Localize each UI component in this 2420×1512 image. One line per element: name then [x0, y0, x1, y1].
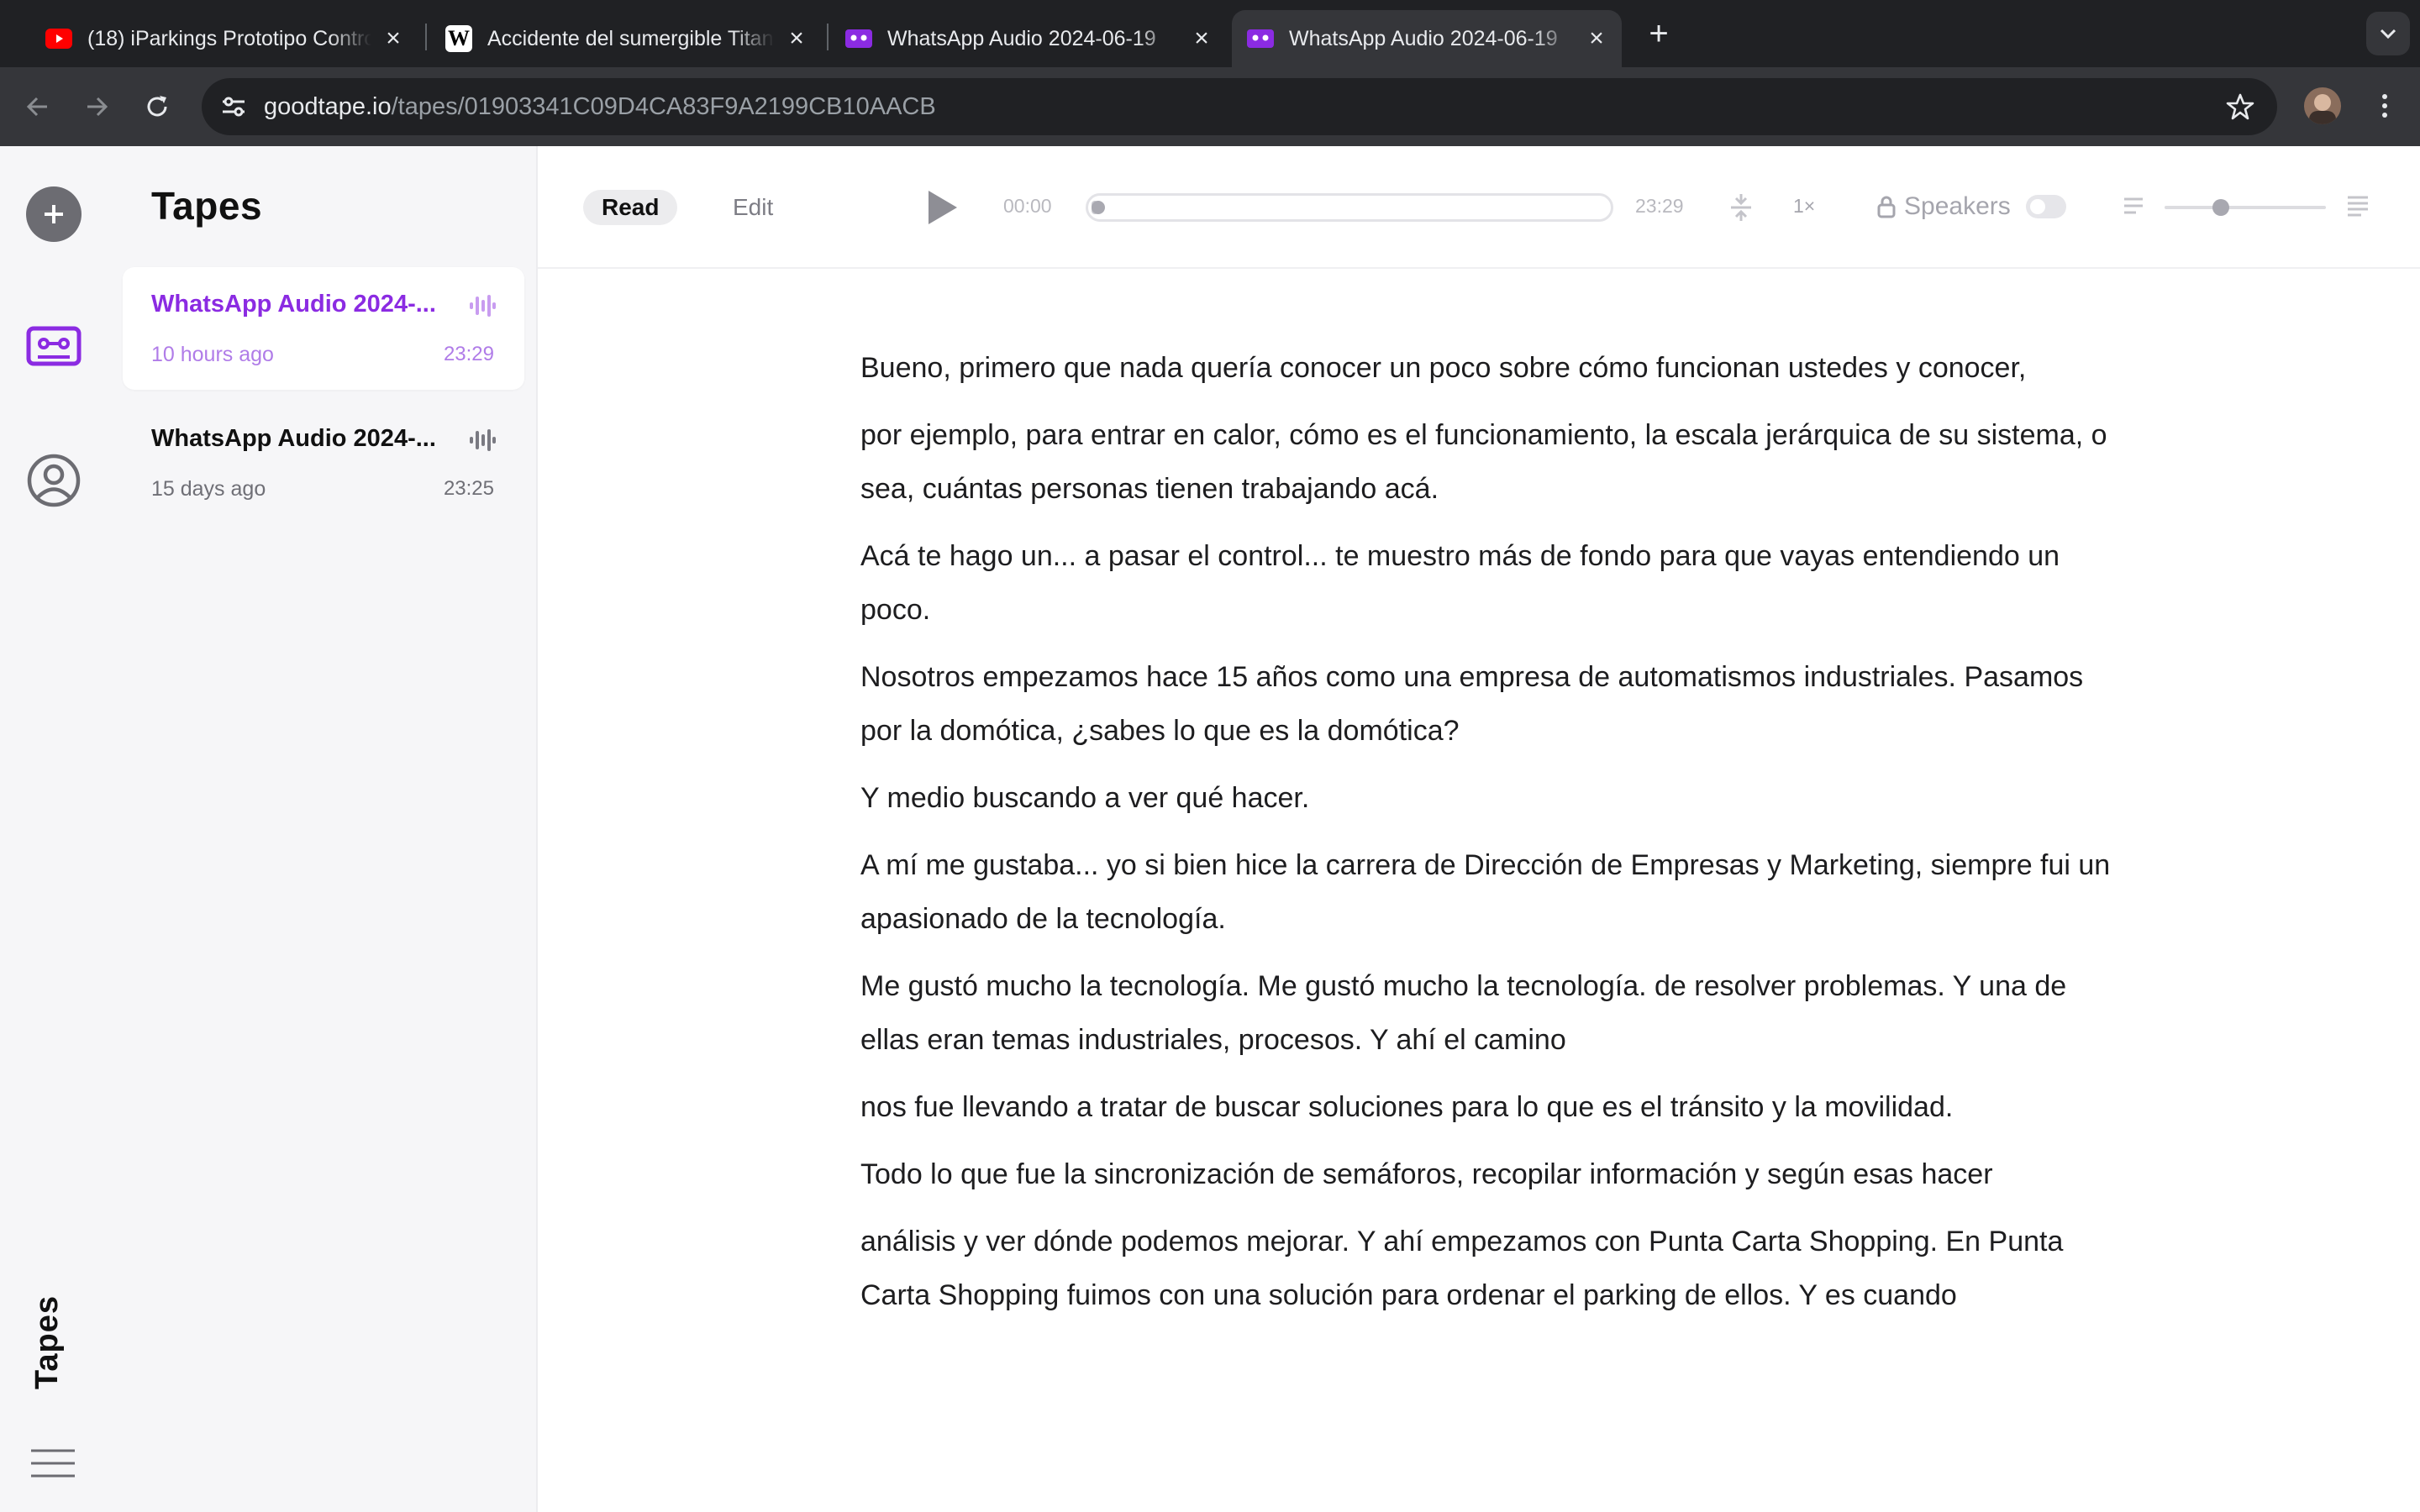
progress-handle[interactable]: [1092, 201, 1105, 214]
browser-tab-goodtape[interactable]: WhatsApp Audio 2024-06-19 ×: [845, 10, 1215, 67]
transcript-paragraph[interactable]: por ejemplo, para entrar en calor, cómo …: [860, 408, 2121, 516]
new-tape-button[interactable]: [26, 186, 82, 242]
transcript-paragraph[interactable]: nos fue llevando a tratar de buscar solu…: [860, 1080, 2121, 1134]
tab-divider: [425, 24, 427, 50]
speakers-control[interactable]: Speakers: [1877, 188, 2066, 225]
transcript-paragraph[interactable]: A mí me gustaba... yo si bien hice la ca…: [860, 838, 2121, 946]
nav-tapes[interactable]: [24, 321, 84, 371]
text-size-small-icon[interactable]: [2123, 197, 2144, 219]
nav-rail: Tapes: [0, 146, 109, 1512]
tape-duration: 23:25: [443, 477, 494, 500]
close-tab-icon[interactable]: ×: [1188, 24, 1215, 52]
profile-avatar[interactable]: [2304, 87, 2341, 124]
player-toolbar: Read Edit 00:00 23:29 1× Speakers: [538, 146, 2420, 269]
tab-search-button[interactable]: [2366, 12, 2410, 55]
hamburger-icon: [31, 1449, 75, 1478]
transcript-paragraph[interactable]: Bueno, primero que nada quería conocer u…: [860, 341, 2121, 395]
transcript-paragraph[interactable]: Y medio buscando a ver qué hacer.: [860, 771, 2121, 825]
wikipedia-icon: W: [445, 25, 472, 52]
tab-title: WhatsApp Audio 2024-06-19: [887, 26, 1156, 50]
youtube-icon: [45, 25, 72, 52]
close-tab-icon[interactable]: ×: [783, 24, 810, 52]
tape-item[interactable]: WhatsApp Audio 2024-... 10 hours ago 23:…: [123, 267, 524, 390]
tab-title: (18) iParkings Prototipo Control: [87, 26, 371, 50]
url-path: /tapes/01903341C09D4CA83F9A2199CB10AACB: [391, 93, 936, 120]
hamburger-menu[interactable]: [29, 1446, 77, 1480]
read-mode-button[interactable]: Read: [583, 190, 678, 225]
tapes-list-pane: Tapes WhatsApp Audio 2024-... 10 hours a…: [109, 146, 538, 1512]
lock-icon: [1877, 196, 1896, 218]
tape-name: WhatsApp Audio 2024-...: [151, 291, 436, 318]
transcript-view: Read Edit 00:00 23:29 1× Speakers Bueno,…: [538, 146, 2420, 1512]
plus-icon: [45, 205, 63, 223]
tab-title: Accidente del sumergible Titan: [487, 26, 774, 50]
reload-button[interactable]: [136, 86, 178, 128]
text-size-handle[interactable]: [2212, 199, 2229, 216]
browser-menu-icon[interactable]: [2368, 89, 2402, 123]
tape-age: 15 days ago: [151, 477, 266, 501]
page-title: Tapes: [151, 184, 263, 228]
forward-button[interactable]: [76, 86, 118, 128]
close-tab-icon[interactable]: ×: [1583, 24, 1610, 52]
new-tab-button[interactable]: +: [1640, 15, 1677, 52]
url-text: goodtape.io/tapes/01903341C09D4CA83F9A21…: [264, 93, 936, 121]
split-paragraph-icon[interactable]: [1729, 193, 1753, 226]
transcript-body: Bueno, primero que nada quería conocer u…: [860, 341, 2121, 1336]
site-settings-icon[interactable]: [217, 92, 250, 122]
url-host: goodtape.io: [264, 93, 392, 120]
cassette-icon: [26, 326, 82, 366]
close-tab-icon[interactable]: ×: [380, 24, 407, 52]
playback-speed-button[interactable]: 1×: [1793, 195, 1815, 218]
arrow-right-icon: [87, 97, 108, 117]
toggle-knob: [2029, 199, 2045, 214]
back-button[interactable]: [17, 86, 59, 128]
text-size-large-icon[interactable]: [2346, 195, 2370, 221]
transcript-paragraph[interactable]: análisis y ver dónde podemos mejorar. Y …: [860, 1215, 2121, 1322]
reload-icon: [147, 96, 167, 117]
user-circle-icon: [27, 454, 81, 507]
bookmark-star-icon[interactable]: [2223, 90, 2257, 123]
playback-progress-bar[interactable]: [1086, 193, 1613, 222]
chevron-down-icon: [2380, 29, 2396, 39]
browser-tab-goodtape-active[interactable]: WhatsApp Audio 2024-06-19 ×: [1232, 10, 1622, 67]
browser-toolbar: goodtape.io/tapes/01903341C09D4CA83F9A21…: [0, 67, 2420, 146]
browser-tab-youtube[interactable]: (18) iParkings Prototipo Control ×: [45, 10, 407, 67]
tape-item[interactable]: WhatsApp Audio 2024-... 15 days ago 23:2…: [123, 402, 524, 524]
play-icon: [929, 191, 957, 224]
transcript-paragraph[interactable]: Acá te hago un... a pasar el control... …: [860, 529, 2121, 637]
text-size-slider[interactable]: [2165, 199, 2326, 216]
transcript-paragraph[interactable]: Nosotros empezamos hace 15 años como una…: [860, 650, 2121, 758]
transcript-paragraph[interactable]: Todo lo que fue la sincronización de sem…: [860, 1147, 2121, 1201]
speakers-label: Speakers: [1904, 192, 2011, 220]
address-bar[interactable]: goodtape.io/tapes/01903341C09D4CA83F9A21…: [202, 78, 2277, 135]
rail-section-label: Tapes: [29, 1294, 65, 1389]
browser-tab-strip: (18) iParkings Prototipo Control × W Acc…: [0, 0, 2420, 67]
current-time: 00:00: [1003, 195, 1052, 217]
total-time: 23:29: [1635, 195, 1684, 217]
tape-duration: 23:29: [443, 343, 494, 365]
tape-age: 10 hours ago: [151, 343, 274, 366]
goodtape-icon: [845, 25, 872, 52]
nav-account[interactable]: [25, 452, 82, 509]
play-button[interactable]: [923, 188, 961, 227]
waveform-icon: [469, 428, 496, 456]
transcript-paragraph[interactable]: Me gustó mucho la tecnología. Me gustó m…: [860, 959, 2121, 1067]
edit-mode-button[interactable]: Edit: [714, 190, 792, 225]
arrow-left-icon: [26, 97, 47, 117]
browser-tab-wikipedia[interactable]: W Accidente del sumergible Titan ×: [445, 10, 810, 67]
waveform-icon: [469, 294, 496, 322]
tab-title: WhatsApp Audio 2024-06-19: [1289, 26, 1558, 50]
tab-divider: [827, 24, 829, 50]
goodtape-app: Tapes Tapes WhatsApp Audio 2024-... 10 h…: [0, 146, 2420, 1512]
speakers-toggle[interactable]: [2025, 195, 2066, 218]
goodtape-icon: [1247, 25, 1274, 52]
tape-name: WhatsApp Audio 2024-...: [151, 425, 436, 452]
